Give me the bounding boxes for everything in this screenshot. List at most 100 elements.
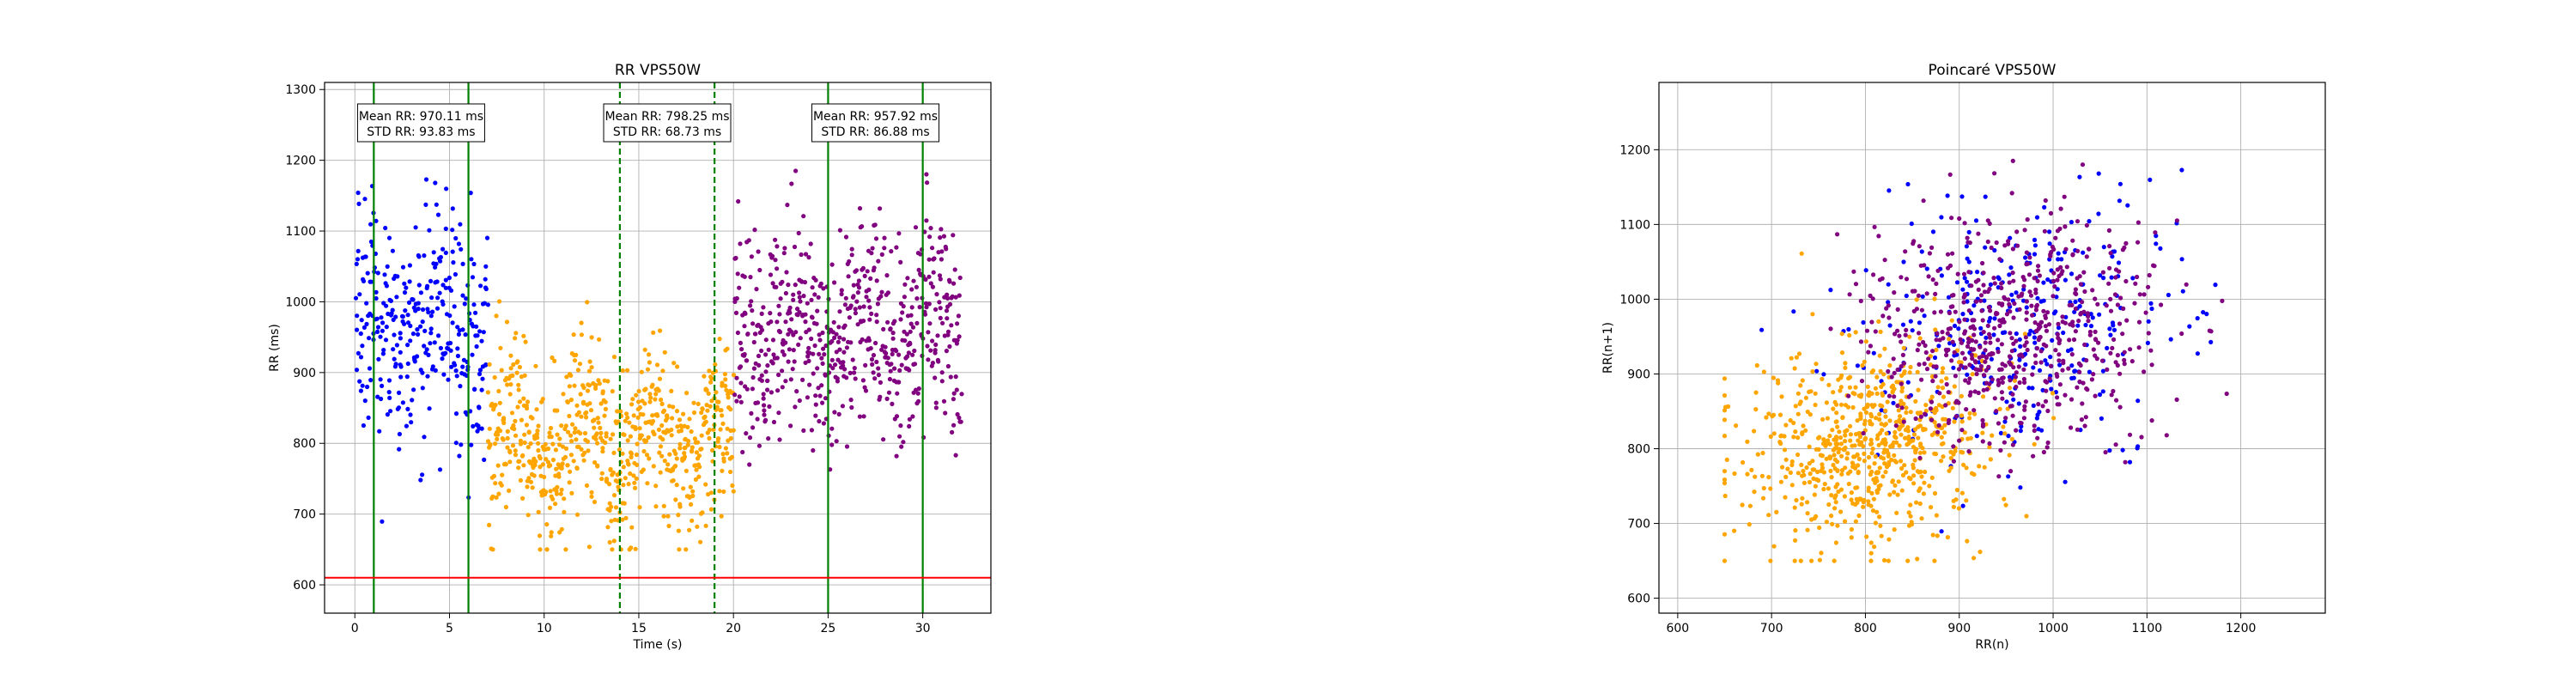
poincare-data-point — [1861, 444, 1866, 449]
rr-data-point — [896, 352, 902, 357]
poincare-data-point — [1960, 312, 1965, 317]
rr-data-point — [829, 442, 835, 447]
rr-data-point — [945, 316, 950, 321]
rr-data-point — [446, 377, 451, 382]
rr-data-point — [444, 186, 449, 192]
poincare-data-point — [2032, 340, 2038, 345]
poincare-data-point — [1793, 538, 1798, 543]
poincare-data-point — [1861, 430, 1866, 436]
rr-data-point — [483, 264, 489, 269]
rr-data-point — [763, 337, 769, 343]
rr-data-point — [418, 290, 423, 295]
poincare-data-point — [2056, 321, 2061, 326]
rr-data-point — [719, 408, 724, 413]
poincare-data-point — [1999, 281, 2004, 286]
poincare-data-point — [1801, 472, 1807, 477]
rr-data-point — [719, 514, 724, 519]
poincare-data-point — [2024, 514, 2029, 519]
poincare-data-point — [1795, 452, 1801, 458]
rr-data-point — [447, 275, 453, 281]
rr-data-point — [568, 469, 573, 474]
poincare-data-point — [1916, 293, 1921, 298]
poincare-data-point — [1788, 470, 1793, 476]
rr-data-point — [930, 246, 935, 251]
poincare-data-point — [2159, 302, 2164, 307]
poincare-data-point — [1843, 465, 1848, 471]
poincare-data-point — [2003, 416, 2008, 421]
rr-data-point — [744, 386, 750, 392]
poincare-data-point — [2093, 296, 2098, 301]
poincare-data-point — [1745, 471, 1750, 477]
poincare-data-point — [1807, 461, 1812, 466]
poincare-data-point — [1856, 438, 1861, 443]
rr-data-point — [857, 305, 862, 310]
rr-data-point — [808, 241, 813, 246]
rr-data-point — [637, 404, 643, 410]
rr-ytick-label: 1000 — [285, 295, 316, 309]
rr-data-point — [382, 272, 387, 277]
poincare-data-point — [1895, 403, 1900, 409]
poincare-data-point — [1872, 544, 1877, 550]
poincare-data-point — [2069, 271, 2075, 277]
rr-data-point — [509, 410, 515, 416]
rr-data-point — [844, 444, 850, 449]
poincare-data-point — [2069, 352, 2075, 357]
rr-data-point — [776, 410, 781, 416]
poincare-data-point — [1753, 474, 1758, 479]
poincare-xtick-label: 700 — [1760, 622, 1783, 635]
rr-data-point — [725, 451, 730, 456]
poincare-data-point — [1951, 293, 1956, 298]
rr-data-point — [388, 298, 393, 303]
poincare-data-point — [1747, 522, 1752, 527]
poincare-data-point — [1990, 351, 1996, 356]
rr-data-point — [498, 345, 503, 350]
rr-data-point — [857, 206, 863, 211]
rr-data-point — [384, 283, 389, 289]
poincare-data-point — [1877, 465, 1882, 471]
rr-data-point — [438, 254, 443, 260]
poincare-data-point — [1846, 393, 1851, 398]
poincare-data-point — [1985, 289, 1990, 295]
poincare-data-point — [1831, 390, 1836, 395]
rr-data-point — [554, 491, 560, 496]
rr-data-point — [743, 311, 748, 316]
poincare-data-point — [1803, 395, 1808, 400]
rr-data-point — [870, 246, 875, 251]
poincare-data-point — [1872, 224, 1877, 229]
rr-data-point — [584, 483, 590, 489]
rr-data-point — [759, 373, 764, 378]
poincare-ytick-label: 1100 — [1619, 218, 1650, 232]
rr-data-point — [863, 362, 868, 368]
poincare-data-point — [1753, 407, 1759, 412]
rr-data-point — [763, 369, 769, 374]
poincare-data-point — [1906, 523, 1912, 528]
poincare-data-point — [1903, 332, 1908, 337]
poincare-data-point — [1937, 391, 1942, 396]
poincare-data-point — [1926, 274, 1931, 279]
rr-data-point — [497, 400, 502, 405]
poincare-data-point — [2142, 369, 2147, 374]
rr-data-point — [926, 357, 931, 362]
rr-data-point — [951, 423, 957, 428]
rr-data-point — [812, 343, 817, 349]
poincare-data-point — [1893, 483, 1898, 488]
rr-data-point — [404, 285, 409, 290]
poincare-data-point — [1835, 459, 1840, 465]
rr-data-point — [404, 423, 409, 429]
poincare-data-point — [2014, 290, 2019, 295]
rr-data-point — [360, 344, 365, 349]
poincare-data-point — [2063, 392, 2068, 398]
rr-data-point — [358, 331, 363, 337]
rr-data-point — [682, 454, 688, 459]
rr-data-point — [592, 425, 597, 430]
rr-data-point — [740, 449, 745, 455]
rr-data-point — [513, 433, 519, 438]
poincare-data-point — [1862, 459, 1867, 464]
rr-data-point — [723, 446, 729, 451]
poincare-data-point — [1998, 430, 2003, 435]
poincare-data-point — [1906, 394, 1911, 399]
poincare-data-point — [2095, 301, 2100, 307]
poincare-data-point — [1953, 400, 1959, 405]
rr-data-point — [641, 412, 646, 417]
poincare-data-point — [1933, 327, 1938, 332]
